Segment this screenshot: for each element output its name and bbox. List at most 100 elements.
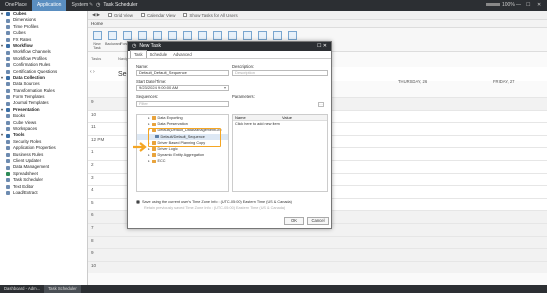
item-icon bbox=[6, 18, 10, 23]
item-icon bbox=[6, 101, 10, 106]
item-icon bbox=[6, 82, 10, 87]
minimize-button[interactable]: — bbox=[516, 0, 521, 11]
sidebar-item-label: Load/Extract bbox=[13, 189, 38, 195]
ribbon-button-icon bbox=[107, 31, 117, 40]
bottom-tab-dashboard[interactable]: Dashboard - Adm... bbox=[0, 285, 44, 293]
nav-arrows[interactable]: ◀ ▶ bbox=[92, 12, 100, 18]
folder-icon bbox=[152, 159, 156, 164]
calendar-view-toggle[interactable]: Calendar View bbox=[140, 13, 175, 18]
sequences-label: Sequences: bbox=[136, 94, 159, 99]
tz-current-option[interactable]: Save using the current user's Time Zone … bbox=[136, 200, 292, 204]
dialog-close-icon[interactable]: ☐ ✕ bbox=[317, 42, 327, 51]
home-tab[interactable]: Home bbox=[88, 20, 547, 28]
ribbon-button-label: New Task bbox=[93, 42, 101, 50]
item-icon bbox=[6, 69, 10, 74]
hour-label: 12 PM bbox=[91, 136, 105, 142]
hour-label: 5 bbox=[91, 199, 94, 205]
item-icon bbox=[6, 95, 10, 100]
hour-label: 9 bbox=[91, 99, 94, 104]
highlight-box bbox=[148, 128, 221, 147]
item-icon bbox=[6, 50, 10, 55]
maximize-button[interactable]: ☐ bbox=[526, 0, 530, 11]
hour-label: 3 bbox=[91, 174, 94, 180]
parameters-menu-button[interactable]: … bbox=[318, 102, 324, 107]
tab-oneplace[interactable]: OnePlace bbox=[0, 0, 32, 11]
ribbon-button[interactable]: Backward bbox=[105, 28, 121, 46]
tab-advanced[interactable]: Advanced bbox=[170, 51, 195, 58]
ribbon-button-icon bbox=[137, 31, 147, 40]
ribbon-group-tasks: Tasks bbox=[91, 56, 102, 61]
parameters-label: Parameters: bbox=[232, 94, 255, 99]
item-icon bbox=[6, 88, 10, 93]
item-icon bbox=[6, 31, 10, 36]
view-toolbar: ◀ ▶ Grid View Calendar View Show Tasks f… bbox=[88, 11, 547, 20]
sequence-tree-item[interactable]: ▸ ECC bbox=[137, 158, 228, 164]
folder-icon bbox=[152, 147, 156, 151]
name-label: Name: bbox=[136, 64, 149, 69]
window-title-text: Task Scheduler bbox=[103, 2, 138, 8]
ribbon-button-icon bbox=[152, 31, 162, 40]
ribbon-button[interactable]: New Task bbox=[90, 28, 104, 50]
item-icon bbox=[6, 56, 10, 61]
cancel-button[interactable]: Cancel bbox=[307, 217, 329, 225]
item-icon bbox=[6, 159, 10, 164]
tab-schedule[interactable]: Schedule bbox=[147, 51, 170, 58]
close-button[interactable]: ✕ bbox=[537, 0, 541, 11]
item-icon bbox=[6, 171, 10, 176]
hour-row[interactable]: 9 bbox=[88, 248, 547, 261]
tz-previous-option: Retain previously saved Time Zone Info :… bbox=[136, 206, 285, 210]
item-icon bbox=[6, 63, 10, 68]
description-field[interactable]: Description bbox=[232, 70, 328, 76]
start-datetime-field[interactable]: 9/23/2024 9:00:00 AM ▾ bbox=[136, 85, 229, 91]
folder-icon bbox=[152, 116, 156, 120]
new-task-dialog: ◷ New Task ☐ ✕ Task Schedule Advanced Na… bbox=[127, 41, 332, 229]
hour-label: 10 bbox=[91, 262, 97, 268]
radio-selected[interactable] bbox=[136, 200, 140, 204]
chevron-down-icon[interactable]: ▾ bbox=[224, 85, 226, 91]
name-field[interactable]: Default_Default_Sequence bbox=[136, 70, 229, 76]
item-icon bbox=[6, 178, 10, 183]
sequence-tree: ▸ Data Exporting ▸ Data Preservation ▾ Defaul… bbox=[136, 114, 229, 192]
hour-row[interactable]: 10 bbox=[88, 260, 547, 274]
hour-label: 6 bbox=[91, 212, 94, 218]
hour-label: 8 bbox=[91, 237, 94, 243]
grid-view-toggle[interactable]: Grid View bbox=[107, 13, 133, 18]
sequence-label: ECC bbox=[157, 159, 166, 164]
ribbon-button-icon bbox=[167, 31, 177, 40]
tab-task[interactable]: Task bbox=[130, 50, 147, 58]
item-icon bbox=[6, 37, 10, 42]
show-all-users-toggle[interactable]: Show Tasks for All Users bbox=[183, 13, 238, 18]
item-icon bbox=[6, 114, 10, 119]
sidebar-item[interactable]: Load/Extract bbox=[0, 190, 87, 196]
hour-label: 9 bbox=[91, 250, 94, 256]
start-datetime-label: Start Date/Time: bbox=[136, 79, 167, 84]
sidebar: ▾ Cubes Dimensions Time Profiles Cubes FX Rat… bbox=[0, 11, 88, 285]
parameters-grid: Name Value Click here to add new item bbox=[232, 114, 328, 192]
ok-button[interactable]: OK bbox=[284, 217, 304, 225]
dialog-tabs: Task Schedule Advanced bbox=[128, 50, 331, 59]
hour-row[interactable]: 8 bbox=[88, 235, 547, 249]
tab-application[interactable]: Application bbox=[31, 0, 67, 11]
hour-label: 1 bbox=[91, 149, 94, 155]
add-parameter-row[interactable]: Click here to add new item bbox=[233, 121, 327, 127]
bottom-tab-task-scheduler[interactable]: Task Scheduler bbox=[44, 285, 81, 293]
top-bar: OnePlace Application System ✎ ◷ Task Sch… bbox=[0, 0, 547, 11]
item-icon bbox=[6, 127, 10, 132]
item-icon bbox=[6, 146, 10, 151]
tz-previous-label: Retain previously saved Time Zone Info :… bbox=[144, 206, 286, 210]
bottom-tab-bar: Dashboard - Adm... Task Scheduler bbox=[0, 285, 547, 293]
sequence-filter-input[interactable]: Filter bbox=[136, 101, 229, 107]
item-icon bbox=[6, 44, 10, 49]
pin-icon[interactable]: ✎ bbox=[89, 2, 93, 8]
ribbon-button-icon bbox=[212, 31, 222, 40]
ribbon-button-icon bbox=[182, 31, 192, 40]
zoom-slider[interactable] bbox=[486, 3, 500, 6]
hour-label: 2 bbox=[91, 161, 94, 167]
calendar-nav-arrows[interactable]: ‹ › bbox=[90, 69, 95, 75]
item-icon bbox=[6, 24, 10, 29]
description-label: Description: bbox=[232, 64, 255, 69]
ribbon-button-icon bbox=[257, 31, 267, 40]
item-icon bbox=[6, 152, 10, 157]
hour-label: 7 bbox=[91, 224, 94, 230]
param-col-value: Value bbox=[282, 115, 292, 120]
